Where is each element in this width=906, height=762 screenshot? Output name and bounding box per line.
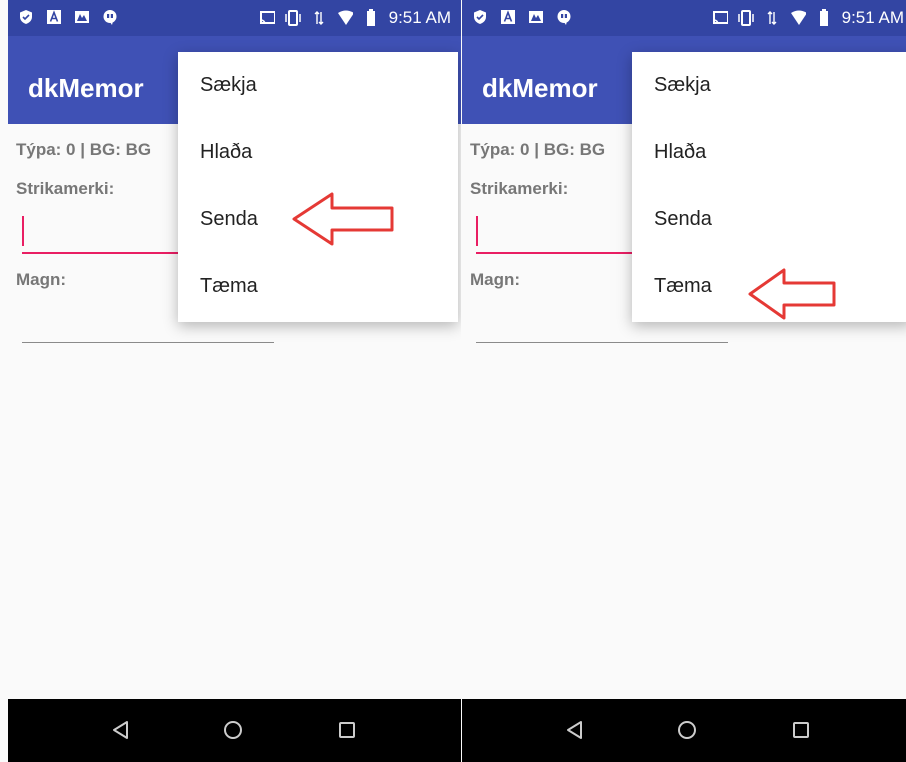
arrow-left-icon [748, 268, 836, 320]
wifi-icon [790, 10, 806, 26]
battery-icon [363, 9, 379, 26]
status-time: 9:51 AM [841, 8, 904, 27]
phone-screen-right: 9:51 AM dkMemor Týpa: 0 | BG: BG Strikam… [462, 0, 906, 762]
barcode-label: Strikamerki: [470, 179, 569, 198]
menu-item-taema[interactable]: Tæma [178, 253, 458, 320]
recents-icon[interactable] [332, 715, 362, 745]
nav-bar [462, 699, 906, 762]
data-icon [311, 10, 327, 26]
battery-icon [816, 9, 832, 26]
cast-icon [259, 10, 275, 26]
chat-icon [556, 9, 572, 25]
quantity-input[interactable] [22, 342, 274, 343]
back-icon[interactable] [560, 715, 590, 745]
home-icon[interactable] [218, 715, 248, 745]
vibrate-icon [284, 10, 301, 26]
vibrate-icon [737, 10, 754, 26]
menu-item-hlada[interactable]: Hlaða [178, 119, 458, 186]
quantity-input[interactable] [476, 342, 728, 343]
type-bg-label: Týpa: 0 | BG: BG [16, 140, 152, 159]
gallery-icon [528, 9, 544, 25]
wifi-icon [337, 10, 353, 26]
overflow-menu: Sækja Hlaða Senda Tæma [178, 52, 458, 322]
menu-item-hlada[interactable]: Hlaða [632, 119, 906, 186]
shield-icon [18, 9, 34, 25]
a-icon [500, 9, 516, 25]
quantity-label: Magn: [470, 270, 521, 289]
arrow-left-icon [292, 192, 394, 246]
back-icon[interactable] [106, 715, 136, 745]
gallery-icon [74, 9, 90, 25]
chat-icon [102, 9, 118, 25]
menu-item-saekja[interactable]: Sækja [178, 52, 458, 119]
barcode-label: Strikamerki: [16, 179, 115, 198]
menu-item-saekja[interactable]: Sækja [632, 52, 906, 119]
menu-item-senda[interactable]: Senda [632, 186, 906, 253]
quantity-label: Magn: [16, 270, 67, 289]
home-icon[interactable] [672, 715, 702, 745]
cast-icon [712, 10, 728, 26]
app-title: dkMemor [28, 73, 144, 103]
shield-icon [472, 9, 488, 25]
status-time: 9:51 AM [388, 8, 451, 27]
status-bar: 9:51 AM [462, 0, 906, 36]
nav-bar [8, 699, 461, 762]
type-bg-label: Týpa: 0 | BG: BG [470, 140, 606, 159]
phone-screen-left: 9:51 AM dkMemor Týpa: 0 | BG: BG Strikam… [8, 0, 461, 762]
recents-icon[interactable] [786, 715, 816, 745]
app-title: dkMemor [482, 73, 598, 103]
a-icon [46, 9, 62, 25]
status-bar: 9:51 AM [8, 0, 461, 36]
data-icon [764, 10, 780, 26]
